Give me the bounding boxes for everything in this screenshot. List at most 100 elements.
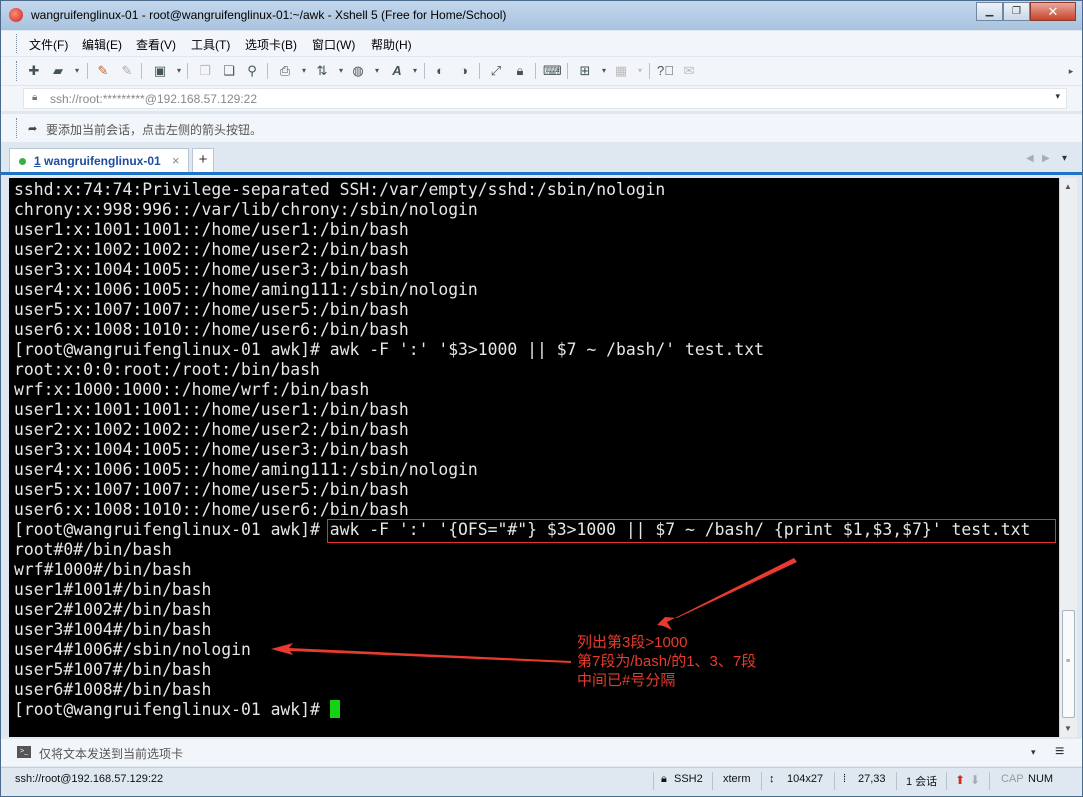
address-field[interactable]: 🔒︎ ssh://root:*********@192.168.57.129:2… <box>23 88 1067 109</box>
size-icon: ↕ <box>769 773 775 785</box>
toolbar-separator <box>535 63 536 79</box>
add-tab-button[interactable]: + <box>192 148 214 173</box>
toolbar-grip[interactable] <box>16 61 19 81</box>
find-icon[interactable]: ⚲ <box>244 63 260 79</box>
copy-icon[interactable]: ❐ <box>197 63 213 79</box>
print-dropdown-icon[interactable]: ▾ <box>296 63 312 79</box>
status-lock-icon: 🔒︎ <box>661 773 667 785</box>
tab-underline <box>1 172 1082 175</box>
tab-next-icon[interactable]: ▶ <box>1042 153 1050 164</box>
compose-input[interactable]: 仅将文本发送到当前选项卡 <box>39 745 183 762</box>
scroll-down-icon[interactable]: ▼ <box>1064 724 1072 733</box>
status-separator <box>896 772 897 790</box>
cursor-pos-icon: ⁞ <box>843 773 847 785</box>
add-session-arrow-icon[interactable]: ➦ <box>28 122 37 135</box>
tab-bar: 1 wangruifenglinux-01 × + ◀ ▶ ▾ <box>1 145 1082 173</box>
scroll-up-icon[interactable]: ▲ <box>1064 182 1072 191</box>
toolbar-separator <box>649 63 650 79</box>
annotation-arrow-upper <box>657 558 797 630</box>
address-dropdown-icon[interactable]: ▾ <box>1055 91 1060 102</box>
menu-view[interactable]: 查看(V) <box>136 36 176 53</box>
properties-icon[interactable]: ▣ <box>152 63 168 79</box>
compose-bar: >_ 仅将文本发送到当前选项卡 ▾ ≡ <box>1 739 1082 766</box>
menu-bar: 文件(F) 编辑(E) 查看(V) 工具(T) 选项卡(B) 窗口(W) 帮助(… <box>1 31 1082 56</box>
new-session-icon[interactable]: ✚ <box>26 63 42 79</box>
tab-session[interactable]: 1 wangruifenglinux-01 × <box>9 148 189 173</box>
menu-tabs[interactable]: 选项卡(B) <box>245 36 297 53</box>
toolbar-separator <box>424 63 425 79</box>
keyboard-icon[interactable]: ⌨ <box>543 63 562 79</box>
disconnect-icon[interactable]: ✎ <box>119 63 135 79</box>
download-arrow-icon[interactable]: ⬇ <box>970 773 980 787</box>
transfer-dropdown-icon[interactable]: ▾ <box>333 63 349 79</box>
toolbar-overflow-icon[interactable]: ▸ <box>1063 63 1079 79</box>
compose-menu-icon[interactable]: ≡ <box>1055 743 1064 761</box>
annotation-arrows <box>271 558 797 663</box>
new-tab-icon[interactable]: ⊞ <box>577 63 593 79</box>
transfer-icon[interactable]: ⇅ <box>314 63 330 79</box>
toolbar-separator <box>567 63 568 79</box>
compose-icon[interactable]: >_ <box>17 746 31 758</box>
xshell-app-icon[interactable] <box>9 8 23 22</box>
globe-dropdown-icon[interactable]: ▾ <box>369 63 385 79</box>
open-folder-icon[interactable]: ▰ <box>50 63 66 79</box>
upload-arrow-icon[interactable]: ⬆ <box>955 773 965 787</box>
fullscreen-icon[interactable]: ⤢ <box>488 63 504 79</box>
properties-dropdown-icon[interactable]: ▾ <box>171 63 187 79</box>
lock-icon: 🔒︎ <box>32 92 38 103</box>
help-icon[interactable]: ?⃝ <box>657 63 674 79</box>
chat-icon[interactable]: ✉ <box>681 63 697 79</box>
close-button[interactable]: ✕ <box>1030 2 1076 21</box>
address-bar: 🔒︎ ssh://root:*********@192.168.57.129:2… <box>1 86 1082 111</box>
tab-close-icon[interactable]: × <box>172 153 180 168</box>
status-size: 104x27 <box>787 773 824 785</box>
menu-file[interactable]: 文件(F) <box>29 36 68 53</box>
print-icon[interactable]: ⎙ <box>277 63 293 79</box>
font-icon[interactable]: A <box>389 63 405 79</box>
menu-grip[interactable] <box>16 34 19 53</box>
address-value[interactable]: ssh://root:*********@192.168.57.129:22 <box>50 92 257 106</box>
menu-window[interactable]: 窗口(W) <box>312 36 355 53</box>
globe-icon[interactable]: ◍ <box>350 63 366 79</box>
paste-icon[interactable]: ❏ <box>221 63 237 79</box>
minimize-button[interactable]: ▁ <box>976 2 1003 21</box>
toolbar-separator <box>141 63 142 79</box>
status-terminal-type: xterm <box>723 773 751 785</box>
menu-help[interactable]: 帮助(H) <box>371 36 412 53</box>
maximize-button[interactable]: ❐ <box>1003 2 1030 21</box>
window-title: wangruifenglinux-01 - root@wangruifengli… <box>31 8 507 22</box>
tab-list-icon[interactable]: ▾ <box>1062 153 1067 164</box>
scroll-thumb[interactable]: ≡ <box>1062 610 1075 718</box>
title-bar[interactable]: wangruifenglinux-01 - root@wangruifengli… <box>1 1 1082 30</box>
status-separator <box>834 772 835 790</box>
toolbar-separator <box>479 63 480 79</box>
compose-dropdown-icon[interactable]: ▾ <box>1031 747 1036 758</box>
annotation-arrow-left <box>271 643 571 663</box>
hint-grip[interactable] <box>16 118 19 138</box>
toolbar-separator <box>87 63 88 79</box>
session-hint-bar: ➦ 要添加当前会话，点击左侧的箭头按钮。 <box>1 114 1082 142</box>
tile-dropdown-icon[interactable]: ▾ <box>632 63 648 79</box>
lock-screen-icon[interactable]: 🔒︎ <box>512 63 528 79</box>
tab-label: wangruifenglinux-01 <box>44 154 161 168</box>
window-controls: ▁ ❐ ✕ <box>976 2 1076 22</box>
annotation-text: 列出第3段>1000 第7段为/bash/的1、3、7段 中间已#号分隔 <box>577 634 757 689</box>
num-lock-indicator: NUM <box>1028 773 1054 785</box>
status-cursor-position: 27,33 <box>858 773 886 785</box>
tile-windows-icon[interactable]: ▦ <box>613 63 629 79</box>
terminal-scrollbar[interactable]: ▲ ≡ ▼ <box>1059 178 1077 737</box>
status-separator <box>761 772 762 790</box>
status-separator <box>989 772 990 790</box>
terminal[interactable]: sshd:x:74:74:Privilege-separated SSH:/va… <box>9 178 1059 737</box>
connect-icon[interactable]: ✎ <box>95 63 111 79</box>
menu-tools[interactable]: 工具(T) <box>191 36 230 53</box>
tab-prev-icon[interactable]: ◀ <box>1026 153 1034 164</box>
status-bar: ssh://root@192.168.57.129:22 🔒︎ SSH2 xte… <box>1 767 1082 796</box>
xshell-window: wangruifenglinux-01 - root@wangruifengli… <box>0 0 1083 797</box>
xftp-icon[interactable]: ◐ <box>432 63 448 79</box>
new-tab-dropdown-icon[interactable]: ▾ <box>596 63 612 79</box>
menu-edit[interactable]: 编辑(E) <box>82 36 122 53</box>
open-dropdown-icon[interactable]: ▾ <box>69 63 85 79</box>
font-dropdown-icon[interactable]: ▾ <box>407 63 423 79</box>
xmanager-icon[interactable]: ◑ <box>456 63 472 79</box>
